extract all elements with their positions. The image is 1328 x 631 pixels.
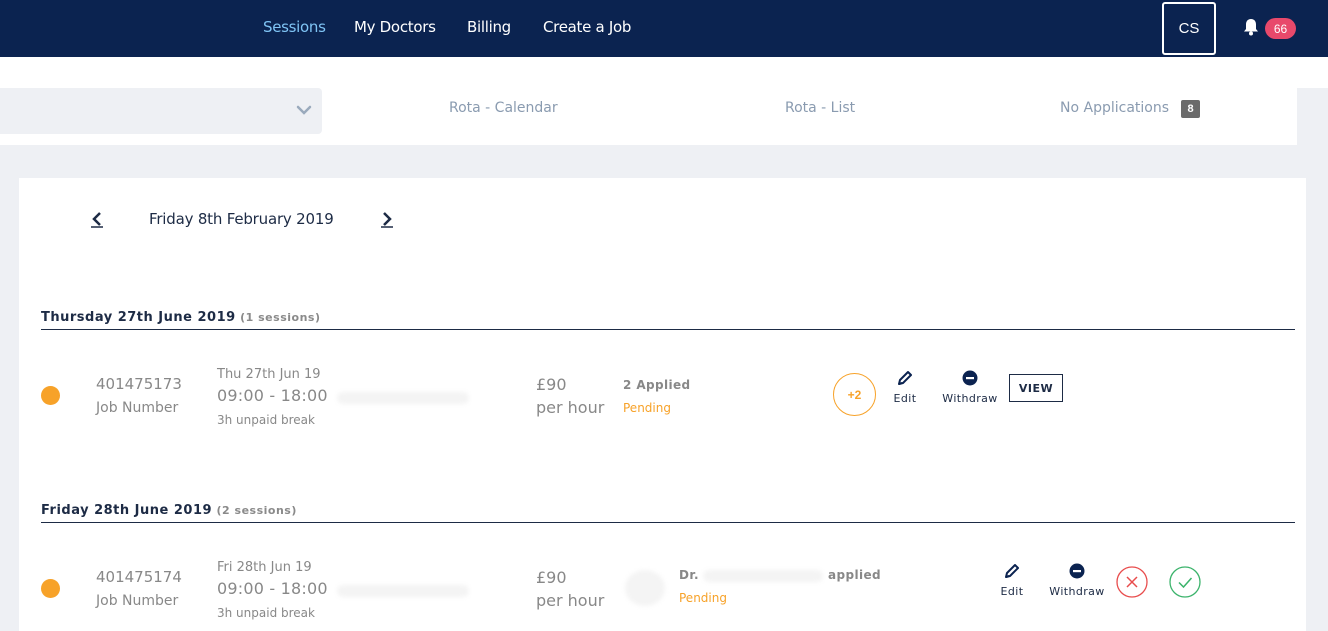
tab-rota-calendar[interactable]: Rota - Calendar	[449, 100, 558, 116]
chevron-down-icon	[296, 105, 312, 115]
view-tabs-panel: Rota - Calendar Rota - List No Applicati…	[0, 88, 1297, 145]
user-avatar-button[interactable]: CS	[1162, 2, 1216, 55]
withdraw-button[interactable]: Withdraw	[1046, 562, 1108, 598]
accept-button[interactable]	[1169, 566, 1201, 598]
bell-icon[interactable]	[1243, 18, 1259, 36]
job-number: 401475174	[96, 568, 182, 586]
withdraw-label: Withdraw	[942, 392, 998, 405]
applied-count: 2 Applied	[623, 378, 691, 392]
doctor-prefix: Dr.	[679, 568, 699, 582]
status-dot	[41, 386, 60, 405]
session-row: 401475174 Job Number Fri 28th Jun 19 09:…	[19, 556, 1306, 631]
applied-label: applied	[828, 568, 882, 582]
redacted-location	[337, 392, 469, 404]
tab-rota-list[interactable]: Rota - List	[785, 100, 855, 116]
edit-label: Edit	[1000, 585, 1024, 598]
session-time: 09:00 - 18:00	[217, 579, 328, 598]
session-row: 401475173 Job Number Thu 27th Jun 19 09:…	[19, 363, 1306, 443]
nav-my-doctors[interactable]: My Doctors	[354, 18, 436, 36]
rate-unit: per hour	[536, 591, 605, 610]
nav-sessions[interactable]: Sessions	[263, 18, 326, 36]
reject-button[interactable]	[1116, 566, 1148, 598]
session-date: Fri 28th Jun 19	[217, 560, 312, 575]
job-number-label: Job Number	[96, 593, 179, 609]
minus-circle-icon	[962, 370, 978, 386]
edit-button[interactable]: Edit	[994, 562, 1030, 598]
status-dot	[41, 579, 60, 598]
sessions-card: Friday 8th February 2019 Thursday 27th J…	[19, 178, 1306, 631]
redacted-location	[337, 585, 469, 597]
rate-amount: £90	[536, 375, 567, 394]
more-applicants-button[interactable]: +2	[833, 373, 876, 416]
job-number: 401475173	[96, 375, 182, 393]
notification-count-badge: 66	[1265, 18, 1296, 39]
status-pending: Pending	[679, 591, 727, 605]
minus-circle-icon	[1069, 563, 1085, 579]
day-title: Friday 28th June 2019	[41, 503, 213, 518]
session-date: Thu 27th Jun 19	[217, 367, 321, 382]
avatar-initials: CS	[1178, 20, 1200, 37]
sub-header-strip	[0, 57, 1328, 88]
redacted-avatar	[625, 570, 665, 606]
top-navbar: Sessions My Doctors Billing Create a Job…	[0, 0, 1328, 57]
edit-label: Edit	[893, 392, 917, 405]
day-header: Thursday 27th June 2019 (1 sessions)	[41, 308, 1295, 330]
pencil-icon	[898, 371, 912, 385]
day-session-count: (1 sessions)	[240, 311, 321, 324]
day-title: Thursday 27th June 2019	[41, 310, 236, 325]
day-session-count: (2 sessions)	[216, 504, 297, 517]
redacted-doctor-name	[703, 570, 823, 582]
pencil-icon	[1005, 564, 1019, 578]
tab-no-applications[interactable]: No Applications	[1060, 100, 1169, 116]
filter-select[interactable]	[0, 88, 322, 134]
withdraw-button[interactable]: Withdraw	[939, 369, 1001, 405]
nav-billing[interactable]: Billing	[467, 18, 511, 36]
session-time: 09:00 - 18:00	[217, 386, 328, 405]
no-applications-count-badge: 8	[1181, 100, 1200, 118]
rate-amount: £90	[536, 568, 567, 587]
session-break: 3h unpaid break	[217, 606, 315, 620]
current-date-label: Friday 8th February 2019	[149, 210, 334, 228]
chevron-right-icon[interactable]	[380, 210, 394, 228]
status-pending: Pending	[623, 401, 671, 415]
view-button[interactable]: VIEW	[1009, 374, 1063, 402]
session-break: 3h unpaid break	[217, 413, 315, 427]
nav-create-job[interactable]: Create a Job	[543, 18, 631, 36]
chevron-left-icon[interactable]	[90, 210, 104, 228]
day-header: Friday 28th June 2019 (2 sessions)	[41, 501, 1295, 523]
rate-unit: per hour	[536, 398, 605, 417]
edit-button[interactable]: Edit	[887, 369, 923, 405]
job-number-label: Job Number	[96, 400, 179, 416]
withdraw-label: Withdraw	[1049, 585, 1105, 598]
